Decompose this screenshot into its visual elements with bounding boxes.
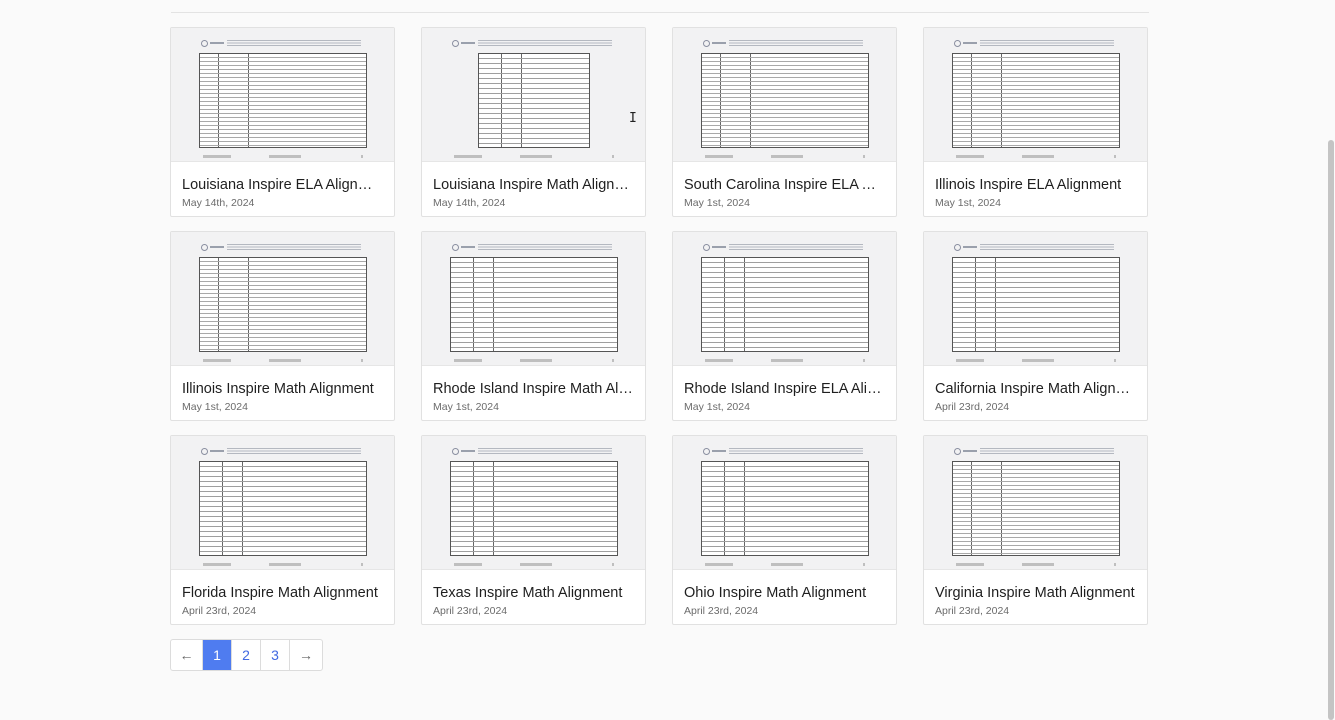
alignment-table-preview bbox=[700, 461, 869, 556]
document-title[interactable]: Texas Inspire Math Alignment bbox=[433, 584, 634, 602]
document-card[interactable]: South Carolina Inspire ELA Alignment May… bbox=[672, 27, 897, 217]
document-thumbnail bbox=[673, 28, 896, 162]
document-title[interactable]: Florida Inspire Math Alignment bbox=[182, 584, 383, 602]
document-thumbnail bbox=[422, 436, 645, 570]
document-date: April 23rd, 2024 bbox=[935, 401, 1010, 413]
document-title[interactable]: Ohio Inspire Math Alignment bbox=[684, 584, 885, 602]
document-date: April 23rd, 2024 bbox=[182, 605, 257, 617]
previous-page-button[interactable]: ← bbox=[171, 640, 203, 670]
page-3-button[interactable]: 3 bbox=[261, 640, 290, 670]
document-card[interactable]: Rhode Island Inspire ELA Alignment May 1… bbox=[672, 231, 897, 421]
document-card[interactable]: Texas Inspire Math Alignment April 23rd,… bbox=[421, 435, 646, 625]
alignment-table-preview bbox=[198, 53, 367, 148]
document-thumbnail bbox=[924, 28, 1147, 162]
text-cursor-icon: I bbox=[629, 111, 637, 126]
document-thumbnail bbox=[422, 232, 645, 366]
document-page-preview bbox=[951, 38, 1120, 160]
document-title[interactable]: Illinois Inspire Math Alignment bbox=[182, 380, 383, 398]
document-page-preview bbox=[449, 242, 618, 364]
document-date: April 23rd, 2024 bbox=[935, 605, 1010, 617]
document-page-preview bbox=[951, 446, 1120, 568]
pagination: ← 1 2 3 → bbox=[170, 639, 323, 671]
page-1-button[interactable]: 1 bbox=[203, 640, 232, 670]
document-card[interactable]: Illinois Inspire Math Alignment May 1st,… bbox=[170, 231, 395, 421]
document-page-preview bbox=[700, 446, 869, 568]
document-page-preview bbox=[450, 38, 618, 160]
document-thumbnail bbox=[171, 28, 394, 162]
document-thumbnail bbox=[924, 436, 1147, 570]
document-card[interactable]: Florida Inspire Math Alignment April 23r… bbox=[170, 435, 395, 625]
top-divider bbox=[171, 12, 1149, 13]
alignment-table-preview bbox=[951, 461, 1120, 556]
document-title[interactable]: Louisiana Inspire Math Alignment bbox=[433, 176, 634, 194]
document-title[interactable]: Rhode Island Inspire ELA Alignment bbox=[684, 380, 885, 398]
document-title[interactable]: Louisiana Inspire ELA Alignment bbox=[182, 176, 383, 194]
document-card[interactable]: Illinois Inspire ELA Alignment May 1st, … bbox=[923, 27, 1148, 217]
document-thumbnail bbox=[422, 28, 645, 162]
document-title[interactable]: Virginia Inspire Math Alignment bbox=[935, 584, 1136, 602]
alignment-table-preview bbox=[198, 461, 367, 556]
scrollbar-thumb[interactable] bbox=[1328, 140, 1334, 720]
alignment-table-preview bbox=[700, 53, 869, 148]
document-page-preview bbox=[198, 242, 367, 364]
document-page-preview bbox=[449, 446, 618, 568]
document-page-preview bbox=[951, 242, 1120, 364]
document-title[interactable]: Illinois Inspire ELA Alignment bbox=[935, 176, 1136, 194]
document-date: May 1st, 2024 bbox=[684, 197, 750, 209]
document-card[interactable]: Louisiana Inspire Math Alignment May 14t… bbox=[421, 27, 646, 217]
alignment-table-preview bbox=[477, 53, 590, 148]
document-card[interactable]: Virginia Inspire Math Alignment April 23… bbox=[923, 435, 1148, 625]
document-date: May 14th, 2024 bbox=[433, 197, 506, 209]
document-page-preview bbox=[700, 38, 869, 160]
document-grid: Louisiana Inspire ELA Alignment May 14th… bbox=[170, 27, 1148, 625]
document-thumbnail bbox=[171, 436, 394, 570]
document-thumbnail bbox=[673, 436, 896, 570]
document-thumbnail bbox=[171, 232, 394, 366]
document-page-preview bbox=[700, 242, 869, 364]
document-page-preview bbox=[198, 446, 367, 568]
alignment-table-preview bbox=[700, 257, 869, 352]
document-date: May 1st, 2024 bbox=[433, 401, 499, 413]
document-date: April 23rd, 2024 bbox=[684, 605, 759, 617]
document-card[interactable]: Ohio Inspire Math Alignment April 23rd, … bbox=[672, 435, 897, 625]
document-title[interactable]: California Inspire Math Alignment bbox=[935, 380, 1136, 398]
alignment-table-preview bbox=[449, 257, 618, 352]
alignment-table-preview bbox=[198, 257, 367, 352]
alignment-table-preview bbox=[951, 53, 1120, 148]
document-thumbnail bbox=[673, 232, 896, 366]
document-title[interactable]: Rhode Island Inspire Math Alignment bbox=[433, 380, 634, 398]
document-card[interactable]: Rhode Island Inspire Math Alignment May … bbox=[421, 231, 646, 421]
document-card[interactable]: California Inspire Math Alignment April … bbox=[923, 231, 1148, 421]
next-page-button[interactable]: → bbox=[290, 640, 322, 670]
document-card[interactable]: Louisiana Inspire ELA Alignment May 14th… bbox=[170, 27, 395, 217]
document-title[interactable]: South Carolina Inspire ELA Alignment bbox=[684, 176, 885, 194]
document-date: May 1st, 2024 bbox=[684, 401, 750, 413]
document-date: April 23rd, 2024 bbox=[433, 605, 508, 617]
alignment-table-preview bbox=[449, 461, 618, 556]
document-date: May 14th, 2024 bbox=[182, 197, 255, 209]
page-2-button[interactable]: 2 bbox=[232, 640, 261, 670]
document-page-preview bbox=[198, 38, 367, 160]
document-thumbnail bbox=[924, 232, 1147, 366]
alignment-table-preview bbox=[951, 257, 1120, 352]
document-date: May 1st, 2024 bbox=[182, 401, 248, 413]
document-date: May 1st, 2024 bbox=[935, 197, 1001, 209]
vertical-scrollbar[interactable] bbox=[1327, 0, 1335, 720]
